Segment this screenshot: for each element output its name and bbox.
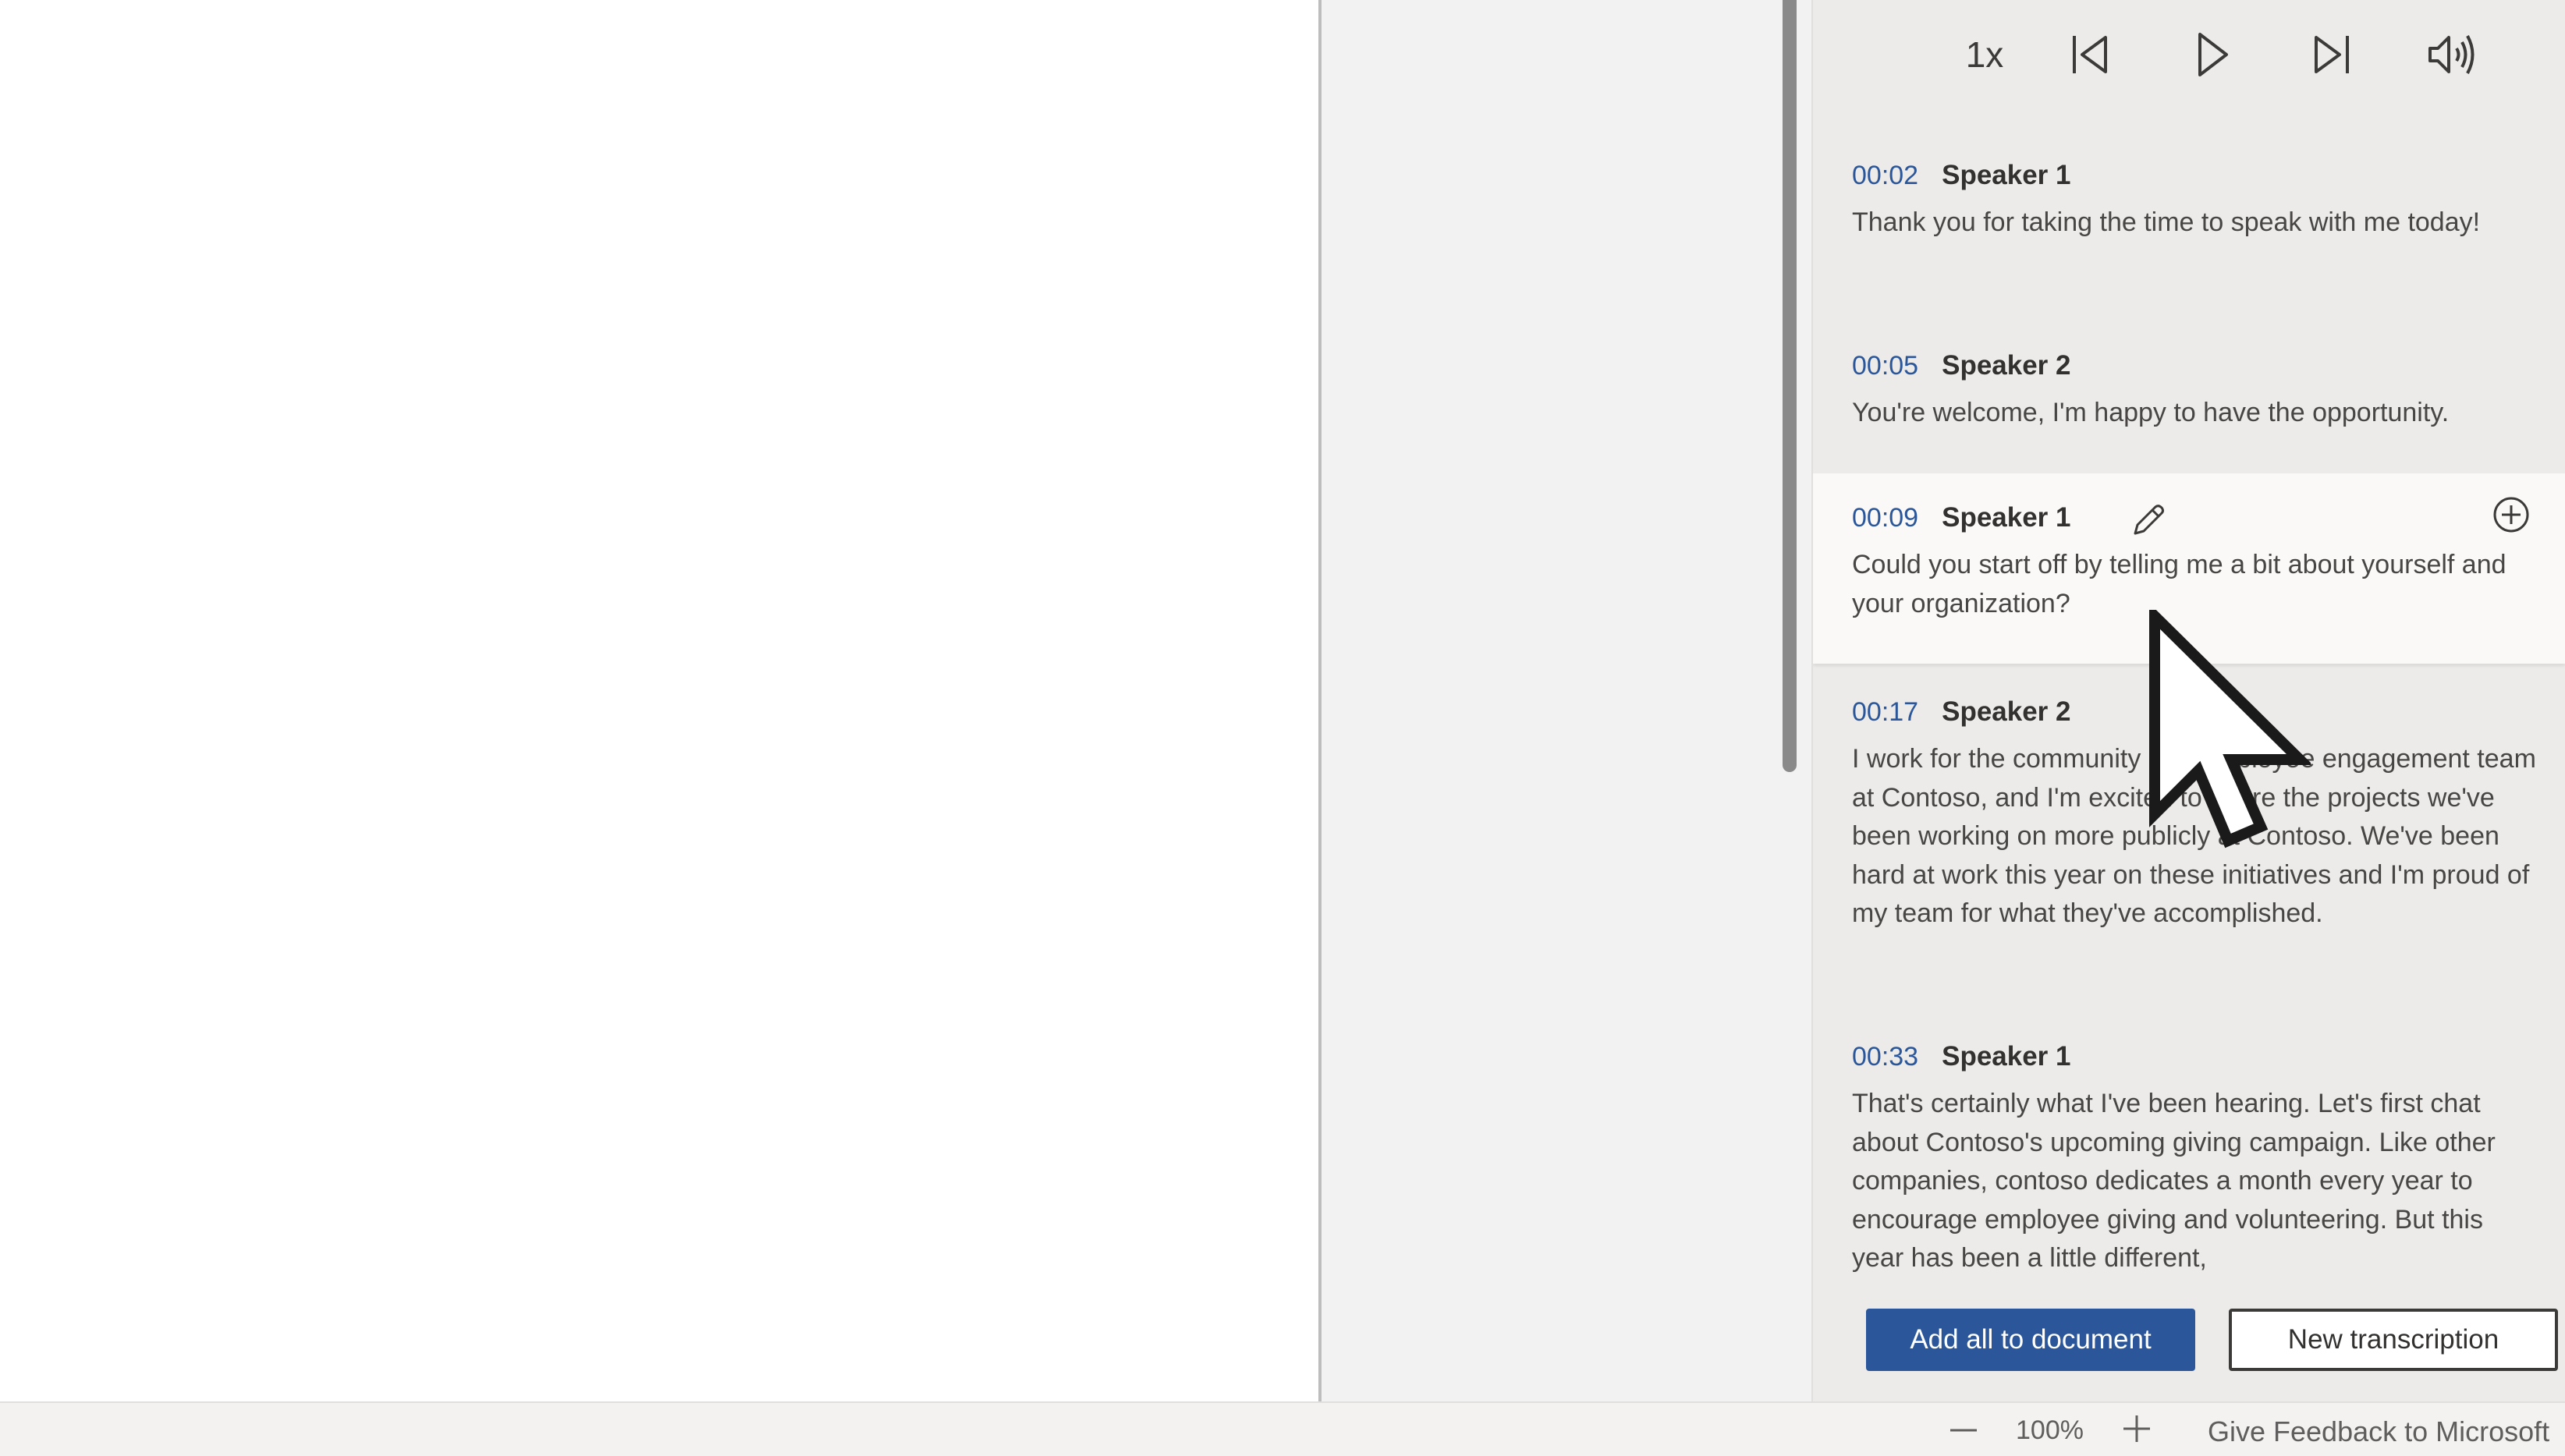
entry-text: I work for the community and employee en…	[1852, 744, 2536, 928]
transcript-entry[interactable]: 00:05 Speaker 2 You're welcome, I'm happ…	[1813, 350, 2565, 433]
entry-timestamp[interactable]: 00:17	[1852, 697, 1918, 728]
plus-circle-icon	[2493, 497, 2529, 533]
skip-back-icon	[2073, 36, 2107, 73]
entry-text: You're welcome, I'm happy to have the op…	[1852, 398, 2450, 427]
play-icon	[2198, 33, 2228, 76]
pencil-icon	[2134, 505, 2164, 535]
entry-speaker: Speaker 2	[1942, 696, 2071, 727]
transcript-entry-highlighted[interactable]: 00:09 Speaker 1 Could you start off by t…	[1813, 473, 2565, 664]
skip-back-button[interactable]	[2067, 23, 2113, 86]
entry-speaker: Speaker 1	[1942, 1041, 2071, 1072]
document-page[interactable]	[0, 0, 1320, 1401]
zoom-out-button[interactable]	[1944, 1411, 1983, 1450]
volume-icon	[2428, 35, 2475, 74]
entry-timestamp[interactable]: 00:33	[1852, 1042, 1918, 1072]
entry-text: Could you start off by telling me a bit …	[1852, 550, 2506, 618]
add-all-to-document-button[interactable]: Add all to document	[1866, 1309, 2195, 1371]
give-feedback-link[interactable]: Give Feedback to Microsoft	[2208, 1415, 2549, 1448]
entry-text: That's certainly what I've been hearing.…	[1852, 1089, 2496, 1273]
status-bar: 100% Give Feedback to Microsoft	[0, 1401, 2565, 1456]
entry-text: Thank you for taking the time to speak w…	[1852, 207, 2481, 237]
playback-speed-button[interactable]: 1x	[1946, 23, 2024, 86]
entry-speaker: Speaker 1	[1942, 160, 2071, 190]
entry-timestamp[interactable]: 00:02	[1852, 161, 1918, 191]
play-button[interactable]	[2190, 23, 2237, 86]
minus-icon	[1950, 1429, 1977, 1432]
transcript-entry[interactable]: 00:17 Speaker 2 I work for the community…	[1813, 696, 2565, 933]
transcribe-pane: 1x 00:02 Speaker 1 Thank you for taking …	[1811, 0, 2565, 1401]
transcript-entry[interactable]: 00:33 Speaker 1 That's certainly what I'…	[1813, 1041, 2565, 1278]
transcript-entry[interactable]: 00:02 Speaker 1 Thank you for taking the…	[1813, 160, 2565, 243]
document-scrollbar-thumb[interactable]	[1783, 0, 1797, 772]
new-transcription-button[interactable]: New transcription	[2229, 1309, 2558, 1371]
entry-timestamp[interactable]: 00:09	[1852, 503, 1918, 533]
add-to-document-button[interactable]	[2492, 495, 2531, 534]
document-canvas	[1322, 0, 1811, 1401]
entry-speaker: Speaker 2	[1942, 350, 2071, 381]
zoom-level[interactable]: 100%	[2016, 1415, 2084, 1446]
edit-speaker-button[interactable]	[2129, 501, 2168, 540]
zoom-in-button[interactable]	[2117, 1409, 2156, 1448]
entry-timestamp[interactable]: 00:05	[1852, 351, 1918, 381]
skip-forward-button[interactable]	[2308, 23, 2355, 86]
entry-speaker: Speaker 1	[1942, 502, 2071, 533]
skip-forward-icon	[2315, 36, 2349, 73]
volume-button[interactable]	[2425, 23, 2480, 86]
playback-controls: 1x	[1813, 23, 2565, 86]
plus-icon	[2123, 1415, 2150, 1442]
